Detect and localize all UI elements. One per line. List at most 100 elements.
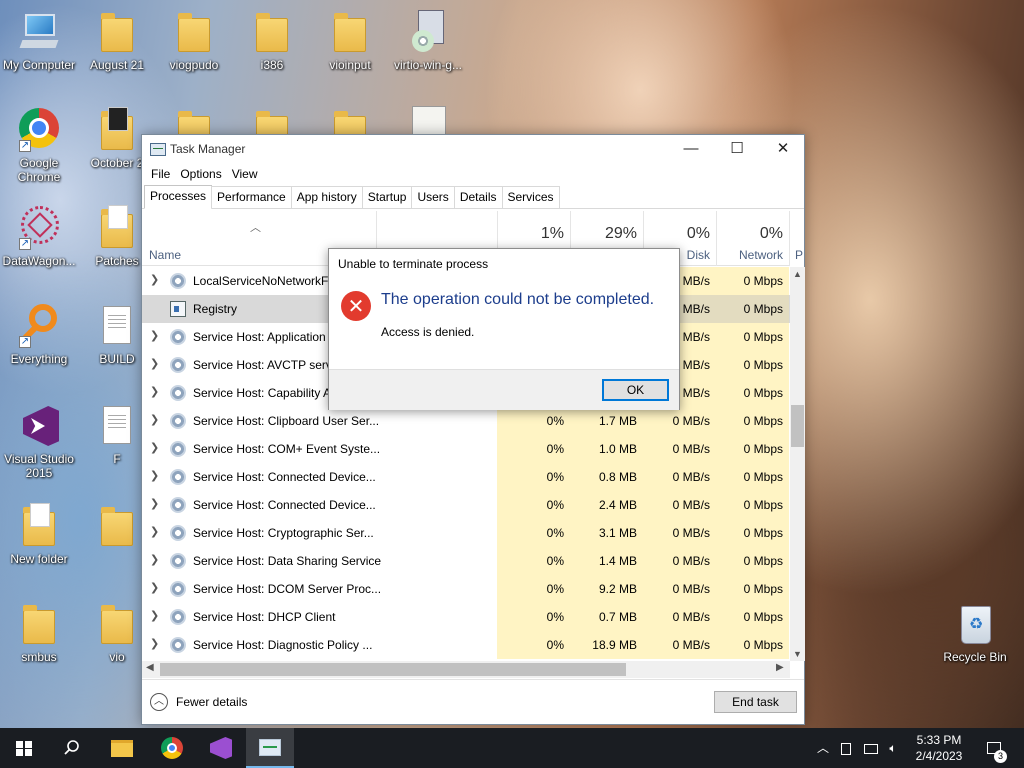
- start-button[interactable]: [0, 728, 48, 768]
- process-row[interactable]: ❯ Service Host: DCOM Server Proc... 0% 9.2 …: [142, 575, 790, 603]
- menu-view[interactable]: View: [229, 167, 261, 181]
- scroll-down-icon[interactable]: ▼: [790, 647, 805, 661]
- desktop-icon-virtio-win[interactable]: virtio-win-g...: [389, 10, 467, 72]
- column-header-network[interactable]: 0% Network: [716, 211, 789, 266]
- desktop-icon-label: DataWagon...: [2, 254, 76, 268]
- process-row[interactable]: ❯ Service Host: Clipboard User Ser... 0% 1.…: [142, 407, 790, 435]
- taskbar-chrome[interactable]: [148, 728, 196, 768]
- expand-chevron-icon[interactable]: ❯: [150, 329, 159, 342]
- desktop-icon-datawagon[interactable]: ↗ DataWagon...: [0, 206, 78, 268]
- desktop-icon-google-chrome[interactable]: ↗ Google Chrome: [0, 108, 78, 184]
- folder-icon: [95, 108, 139, 152]
- process-row[interactable]: ❯ Service Host: DHCP Client 0% 0.7 MB 0 MB/s…: [142, 603, 790, 631]
- tab-processes[interactable]: Processes: [144, 185, 213, 209]
- desktop-icon-label: vioinput: [329, 58, 371, 72]
- vertical-scroll-thumb[interactable]: [791, 405, 804, 447]
- expand-chevron-icon[interactable]: ❯: [150, 385, 159, 398]
- expand-chevron-icon[interactable]: ❯: [150, 469, 159, 482]
- desktop-icon-visual-studio[interactable]: Visual Studio 2015: [0, 404, 78, 480]
- search-button[interactable]: [48, 728, 96, 768]
- clock[interactable]: 5:33 PM 2/4/2023: [900, 732, 978, 764]
- process-name: Service Host: COM+ Event Syste...: [193, 442, 381, 456]
- process-row[interactable]: ❯ Service Host: Cryptographic Ser... 0% 3.1…: [142, 519, 790, 547]
- menu-options[interactable]: Options: [177, 167, 224, 181]
- title-bar[interactable]: Task Manager — ☐ ✕: [142, 135, 804, 163]
- tray-storage[interactable]: [836, 728, 856, 768]
- process-network: 0 Mbps: [716, 351, 789, 379]
- task-manager-icon: [150, 143, 166, 156]
- horizontal-scrollbar[interactable]: ◀ ▶: [142, 661, 790, 678]
- expand-chevron-icon[interactable]: ❯: [150, 413, 159, 426]
- tab-startup[interactable]: Startup: [361, 186, 413, 208]
- show-hidden-icons-button[interactable]: ︿: [812, 728, 834, 768]
- expand-chevron-icon[interactable]: ❯: [150, 581, 159, 594]
- disk-percent: 0%: [686, 225, 710, 242]
- close-icon: ✕: [776, 140, 790, 157]
- gear-icon: [170, 329, 186, 345]
- process-cpu: 0%: [497, 491, 570, 519]
- vertical-scrollbar[interactable]: ▲ ▼: [790, 267, 805, 661]
- taskbar-task-manager[interactable]: [246, 728, 294, 768]
- desktop-icon-recycle-bin[interactable]: ♻ Recycle Bin: [936, 602, 1014, 664]
- tray-network[interactable]: [860, 728, 882, 768]
- desktop-icon-vioinput[interactable]: vioinput: [311, 10, 389, 72]
- ok-button[interactable]: OK: [602, 379, 669, 401]
- expand-chevron-icon[interactable]: ❯: [150, 637, 159, 650]
- folder-icon: [328, 10, 372, 54]
- expand-chevron-icon[interactable]: ❯: [150, 497, 159, 510]
- scroll-left-icon[interactable]: ◀: [146, 662, 154, 673]
- tab-services[interactable]: Services: [501, 186, 560, 208]
- process-row[interactable]: ❯ Service Host: Connected Device... 0% 2.4 …: [142, 491, 790, 519]
- taskbar-file-explorer[interactable]: [98, 728, 146, 768]
- desktop-icon-my-computer[interactable]: My Computer: [0, 10, 78, 72]
- process-name: Service Host: Data Sharing Service: [193, 554, 382, 568]
- task-manager-icon: [259, 739, 281, 756]
- process-network: 0 Mbps: [716, 575, 789, 603]
- expand-chevron-icon[interactable]: ❯: [150, 553, 159, 566]
- process-row[interactable]: ❯ Service Host: COM+ Event Syste... 0% 1.0 …: [142, 435, 790, 463]
- storage-icon: [841, 742, 851, 755]
- expand-chevron-icon[interactable]: ❯: [150, 357, 159, 370]
- expand-chevron-icon[interactable]: ❯: [150, 525, 159, 538]
- gear-icon: [170, 553, 186, 569]
- process-row[interactable]: ❯ Service Host: Connected Device... 0% 0.8 …: [142, 463, 790, 491]
- desktop-icon-label: viogpudo: [169, 58, 219, 72]
- process-row[interactable]: ❯ Service Host: Data Sharing Service 0% 1.4…: [142, 547, 790, 575]
- process-network: 0 Mbps: [716, 547, 789, 575]
- process-name: Service Host: DHCP Client: [193, 610, 336, 624]
- scroll-right-icon[interactable]: ▶: [776, 662, 784, 673]
- desktop-icon-new-folder[interactable]: New folder: [0, 504, 78, 566]
- fewer-details-button[interactable]: ︿ Fewer details: [150, 693, 247, 711]
- maximize-button[interactable]: ☐: [714, 135, 760, 163]
- network-percent: 0%: [759, 225, 783, 242]
- action-center-button[interactable]: 3: [980, 728, 1008, 768]
- tab-performance[interactable]: Performance: [211, 186, 292, 208]
- gear-icon: [170, 469, 186, 485]
- desktop-icon-smbus[interactable]: smbus: [0, 602, 78, 664]
- process-row[interactable]: ❯ Service Host: Diagnostic Policy ... 0% 18…: [142, 631, 790, 659]
- end-task-button[interactable]: End task: [714, 691, 797, 713]
- error-dialog: Unable to terminate process ✕ The operat…: [328, 248, 680, 410]
- installer-icon: [406, 10, 450, 54]
- column-header-name[interactable]: Name: [149, 248, 181, 262]
- close-button[interactable]: ✕: [760, 135, 806, 163]
- desktop-icon-i386[interactable]: i386: [233, 10, 311, 72]
- scroll-up-icon[interactable]: ▲: [790, 267, 805, 281]
- tab-users[interactable]: Users: [411, 186, 455, 208]
- expand-chevron-icon[interactable]: ❯: [150, 441, 159, 454]
- tab-app-history[interactable]: App history: [290, 186, 363, 208]
- network-icon: [864, 743, 878, 754]
- start-icon: [16, 741, 32, 756]
- minimize-button[interactable]: —: [668, 135, 714, 163]
- horizontal-scroll-thumb[interactable]: [160, 663, 626, 676]
- column-header-power[interactable]: P: [789, 211, 803, 266]
- desktop-icon-viogpudo[interactable]: viogpudo: [155, 10, 233, 72]
- desktop-icon-august-21[interactable]: August 21: [78, 10, 156, 72]
- process-cpu: 0%: [497, 519, 570, 547]
- expand-chevron-icon[interactable]: ❯: [150, 273, 159, 286]
- menu-file[interactable]: File: [148, 167, 173, 181]
- taskbar-visual-studio[interactable]: [197, 728, 245, 768]
- expand-chevron-icon[interactable]: ❯: [150, 609, 159, 622]
- desktop-icon-everything[interactable]: ↗ Everything: [0, 304, 78, 366]
- tab-details[interactable]: Details: [453, 186, 503, 208]
